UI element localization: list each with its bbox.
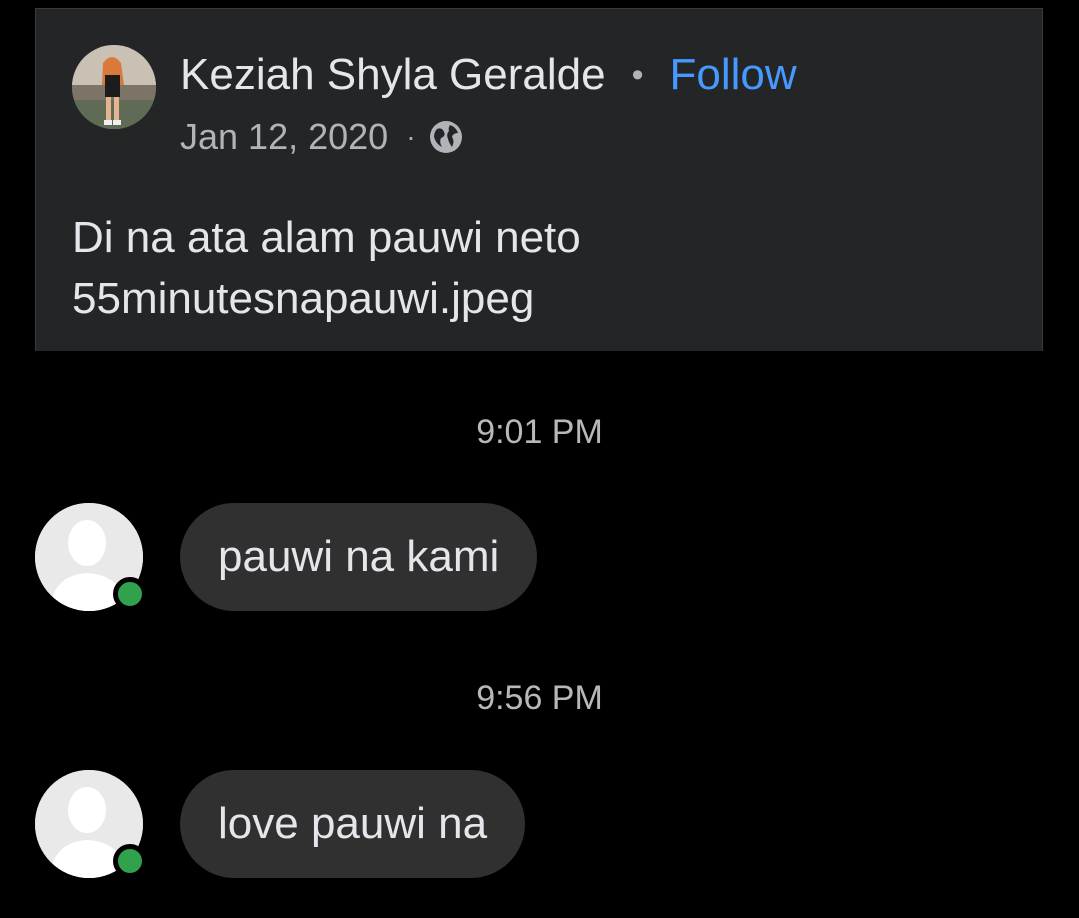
meta-separator: · <box>406 121 416 152</box>
message-bubble[interactable]: pauwi na kami <box>180 503 538 611</box>
globe-icon[interactable] <box>428 119 464 155</box>
follow-button[interactable]: Follow <box>670 50 797 100</box>
message-timestamp: 9:01 PM <box>476 413 603 451</box>
post-date[interactable]: Jan 12, 2020 <box>180 116 388 158</box>
message-bubble[interactable]: love pauwi na <box>180 770 526 878</box>
post-card: Keziah Shyla Geralde • Follow Jan 12, 20… <box>35 8 1043 351</box>
message-timestamp: 9:56 PM <box>476 679 603 717</box>
post-text-line: Di na ata alam pauwi neto <box>72 213 581 262</box>
author-name[interactable]: Keziah Shyla Geralde <box>180 50 606 100</box>
online-status-dot <box>113 844 147 878</box>
author-line: Keziah Shyla Geralde • Follow <box>180 47 797 103</box>
online-status-dot <box>113 577 147 611</box>
contact-avatar[interactable] <box>35 503 147 611</box>
chat-screenshot: 9:01 PM pauwi na kami 9:56 PM love pauwi… <box>0 351 1079 918</box>
separator-dot: • <box>631 55 644 94</box>
post-body: Di na ata alam pauwi neto 55minutesnapau… <box>72 207 581 329</box>
author-avatar[interactable] <box>72 45 156 129</box>
contact-avatar[interactable] <box>35 770 147 878</box>
post-meta: Jan 12, 2020 · <box>180 116 464 158</box>
post-text-line: 55minutesnapauwi.jpeg <box>72 274 535 323</box>
